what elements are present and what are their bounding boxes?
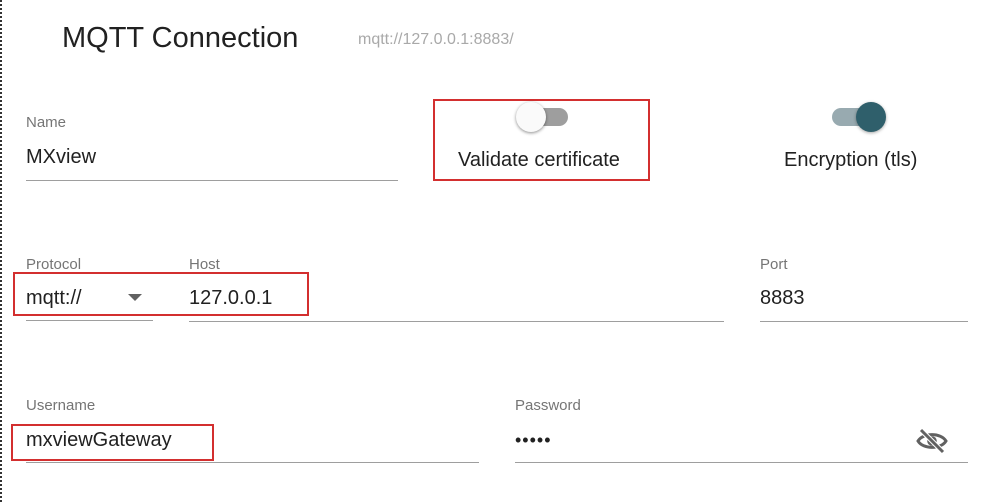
protocol-underline: [26, 320, 153, 321]
username-label: Username: [26, 397, 96, 414]
password-input[interactable]: •••••: [515, 430, 552, 451]
password-underline: [515, 462, 968, 463]
protocol-label: Protocol: [26, 256, 82, 273]
validate-certificate-thumb: [516, 102, 546, 132]
page-title: MQTT Connection: [62, 22, 299, 54]
eye-off-icon: [916, 428, 948, 454]
encryption-label: Encryption (tls): [784, 149, 918, 171]
password-label: Password: [515, 397, 581, 414]
username-underline: [26, 462, 479, 463]
connection-url: mqtt://127.0.0.1:8883/: [358, 31, 514, 48]
name-label: Name: [26, 114, 67, 131]
name-input[interactable]: MXview: [26, 146, 96, 169]
host-label: Host: [189, 256, 220, 273]
encryption-toggle[interactable]: [828, 100, 890, 134]
port-label: Port: [760, 256, 788, 273]
protocol-host-highlight: [13, 272, 309, 316]
toggle-password-visibility-button[interactable]: [914, 426, 950, 456]
port-input[interactable]: 8883: [760, 287, 805, 310]
validate-certificate-toggle[interactable]: [514, 102, 576, 134]
window-left-border: [0, 0, 2, 502]
port-underline: [760, 321, 968, 322]
name-underline: [26, 180, 398, 181]
encryption-thumb: [856, 102, 886, 132]
username-highlight: [11, 424, 214, 461]
host-underline: [189, 321, 724, 322]
validate-certificate-label: Validate certificate: [458, 149, 620, 171]
